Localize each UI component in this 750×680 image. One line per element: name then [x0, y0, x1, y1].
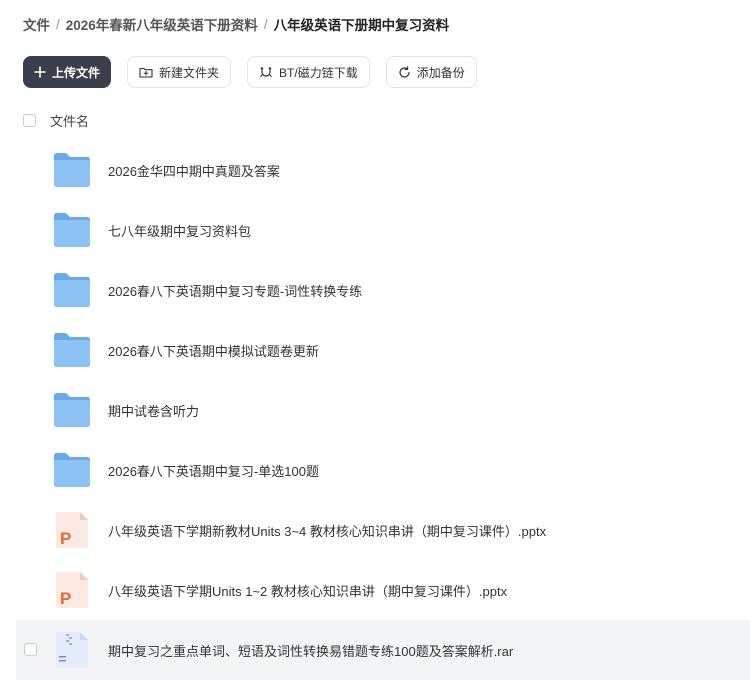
breadcrumb-separator: / [263, 16, 268, 32]
breadcrumb-item-files[interactable]: 文件 [23, 14, 50, 34]
list-item[interactable]: 2026春八下英语期中复习专题-词性转换专练 [0, 260, 750, 320]
breadcrumb-item-current-folder: 八年级英语下册期中复习资料 [273, 18, 450, 33]
list-item[interactable]: 七八年级期中复习资料包 [0, 200, 750, 260]
file-name: 八年级英语下学期Units 1~2 教材核心知识串讲（期中复习课件）.pptx [108, 583, 508, 599]
add-backup-button[interactable]: 添加备份 [385, 56, 477, 88]
file-name: 2026春八下英语期中复习专题-词性转换专练 [108, 283, 363, 299]
pptx-icon: P [56, 572, 88, 608]
file-list: 2026金华四中期中真题及答案 七八年级期中复习资料包 2026春八下英语期中复… [0, 140, 750, 680]
list-item[interactable]: 2026春八下英语期中模拟试题卷更新 [0, 320, 750, 380]
file-name: 期中试卷含听力 [108, 403, 200, 419]
rar-icon [56, 632, 88, 668]
upload-button[interactable]: 上传文件 [23, 56, 112, 88]
new-folder-icon [139, 67, 153, 78]
select-all-checkbox[interactable] [23, 113, 36, 127]
file-name: 2026金华四中期中真题及答案 [108, 163, 280, 179]
pptx-icon: P [56, 512, 88, 548]
toolbar: 上传文件 新建文件夹 BT/磁力链下载 添加备份 [23, 56, 477, 88]
file-list-header: 文件名 [23, 110, 89, 130]
folder-icon [54, 333, 90, 367]
breadcrumb-separator: / [56, 16, 60, 32]
sync-icon [399, 65, 410, 78]
plus-icon [34, 66, 46, 78]
new-folder-button-label: 新建文件夹 [159, 65, 220, 80]
folder-icon [54, 453, 90, 487]
magnet-icon [260, 66, 272, 77]
list-item[interactable]: 期中试卷含听力 [0, 380, 750, 440]
breadcrumb: 文件 / 2026年春新八年级英语下册资料 / 八年级英语下册期中复习资料 [23, 14, 449, 34]
add-backup-button-label: 添加备份 [416, 65, 465, 80]
file-name: 七八年级期中复习资料包 [108, 223, 252, 239]
bt-download-button[interactable]: BT/磁力链下载 [247, 56, 370, 88]
breadcrumb-item-parent-folder[interactable]: 2026年春新八年级英语下册资料 [66, 14, 258, 34]
file-name: 2026春八下英语期中复习-单选100题 [108, 463, 319, 479]
file-name: 八年级英语下学期新教材Units 3~4 教材核心知识串讲（期中复习课件）.pp… [108, 523, 547, 539]
folder-icon [54, 153, 90, 187]
list-item[interactable]: 期中复习之重点单词、短语及词性转换易错题专练100题及答案解析.rar [16, 620, 750, 680]
folder-icon [54, 393, 90, 427]
file-name: 2026春八下英语期中模拟试题卷更新 [108, 343, 319, 359]
folder-icon [54, 273, 90, 307]
list-item[interactable]: P 八年级英语下学期Units 1~2 教材核心知识串讲（期中复习课件）.ppt… [0, 560, 750, 620]
upload-button-label: 上传文件 [52, 65, 101, 80]
list-item[interactable]: 2026春八下英语期中复习-单选100题 [0, 440, 750, 500]
list-item[interactable]: P 八年级英语下学期新教材Units 3~4 教材核心知识串讲（期中复习课件）.… [0, 500, 750, 560]
row-checkbox[interactable] [24, 643, 37, 656]
svg-text:P: P [60, 529, 71, 548]
new-folder-button[interactable]: 新建文件夹 [127, 56, 232, 88]
bt-download-button-label: BT/磁力链下载 [279, 65, 358, 80]
svg-text:P: P [60, 589, 71, 608]
list-item[interactable]: 2026金华四中期中真题及答案 [0, 140, 750, 200]
file-name: 期中复习之重点单词、短语及词性转换易错题专练100题及答案解析.rar [108, 643, 514, 659]
file-name-column-header[interactable]: 文件名 [50, 111, 89, 130]
folder-icon [54, 213, 90, 247]
